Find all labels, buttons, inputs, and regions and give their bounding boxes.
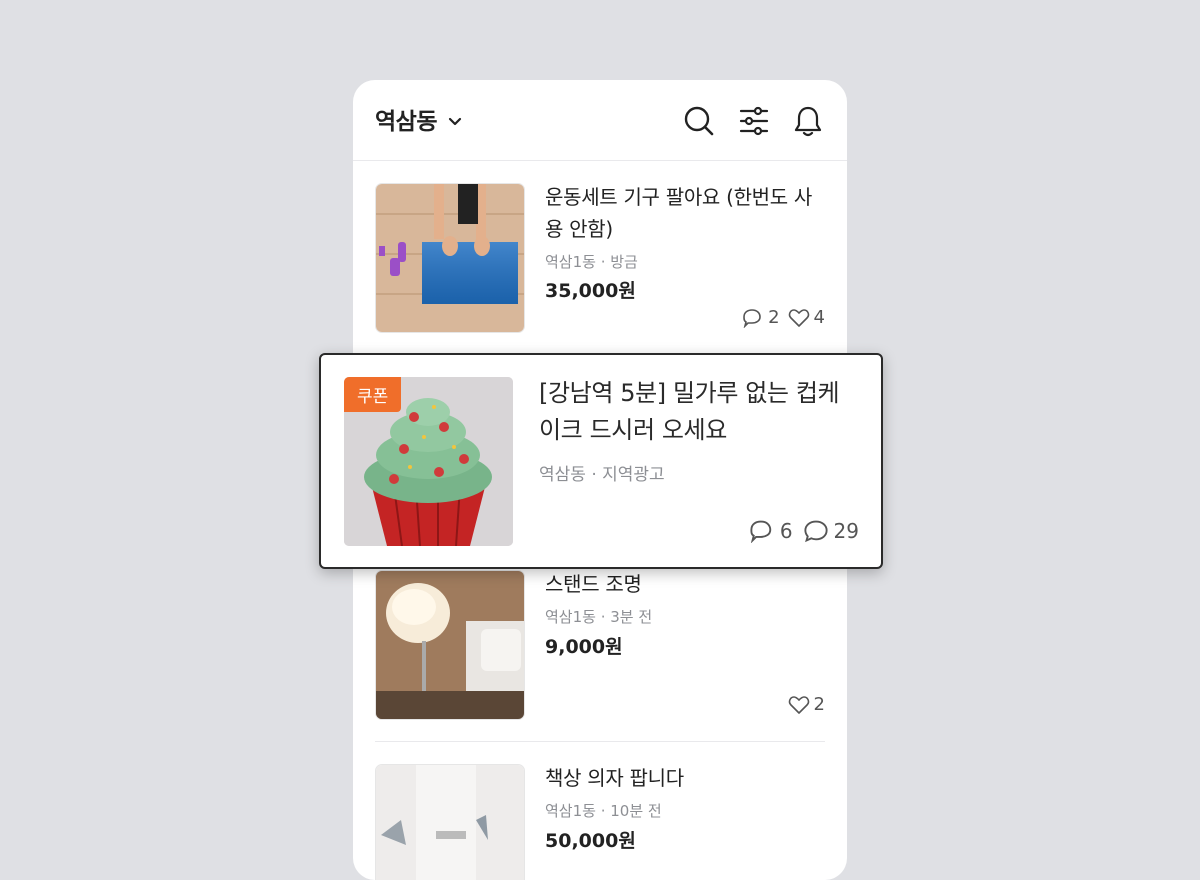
chat-count-value: 6 xyxy=(779,519,793,543)
heart-icon xyxy=(788,695,809,714)
lamp-photo xyxy=(375,570,525,720)
chat-icon xyxy=(743,308,761,328)
coupon-badge: 쿠폰 xyxy=(344,377,402,412)
item-price: 35,000원 xyxy=(545,280,636,302)
top-bar: 역삼동 xyxy=(353,80,847,161)
item-title: 운동세트 기구 팔아요 (한번도 사용 안함) xyxy=(545,185,813,241)
item-title: 스탠드 조명 xyxy=(545,572,642,596)
chat-count-value: 2 xyxy=(768,307,780,328)
item-meta: 역삼1동 · 10분 전 xyxy=(545,802,662,820)
item-meta: 역삼1동 · 방금 xyxy=(545,253,638,271)
chat-icon xyxy=(750,520,772,543)
ad-card[interactable]: 쿠폰 [강남역 5분] 밀가루 없는 컵케이크 드시러 오세요 역삼동 · 지역… xyxy=(319,353,883,569)
item-title: 책상 의자 팝니다 xyxy=(545,766,684,790)
like-count-value: 2 xyxy=(813,694,825,715)
filter-icon[interactable] xyxy=(738,105,770,137)
comment-icon xyxy=(803,520,828,543)
ad-meta: 역삼동 · 지역광고 xyxy=(539,465,665,485)
heart-icon xyxy=(788,308,809,327)
list-item[interactable]: 책상 의자 팝니다 역삼1동 · 10분 전 50,000원 xyxy=(375,764,825,880)
ad-counts: 6 29 xyxy=(739,519,859,543)
chat-count: 2 xyxy=(742,307,780,328)
comment-count: 29 xyxy=(803,519,859,543)
like-count: 4 xyxy=(788,307,825,328)
item-counts: 2 4 xyxy=(734,307,825,328)
cupcake-photo: 쿠폰 xyxy=(344,377,513,546)
exercise-mat-photo xyxy=(375,183,525,333)
list-item[interactable]: 운동세트 기구 팔아요 (한번도 사용 안함) 역삼1동 · 방금 35,000… xyxy=(375,183,825,333)
item-price: 9,000원 xyxy=(545,636,623,658)
item-meta: 역삼1동 · 3분 전 xyxy=(545,608,653,626)
chair-photo xyxy=(375,764,525,880)
comment-count-value: 29 xyxy=(833,519,859,543)
divider xyxy=(375,741,825,742)
list-item[interactable]: 스탠드 조명 역삼1동 · 3분 전 9,000원 2 xyxy=(375,570,825,720)
location-selector[interactable]: 역삼동 xyxy=(375,102,463,136)
bell-icon[interactable] xyxy=(793,105,823,137)
like-count-value: 4 xyxy=(813,307,825,328)
item-counts: 2 xyxy=(780,694,825,715)
like-count: 2 xyxy=(788,694,825,715)
chevron-down-icon xyxy=(448,117,462,126)
search-icon[interactable] xyxy=(683,105,715,137)
ad-title: [강남역 5분] 밀가루 없는 컵케이크 드시러 오세요 xyxy=(539,379,840,444)
location-label: 역삼동 xyxy=(375,109,437,135)
chat-count: 6 xyxy=(749,519,793,543)
